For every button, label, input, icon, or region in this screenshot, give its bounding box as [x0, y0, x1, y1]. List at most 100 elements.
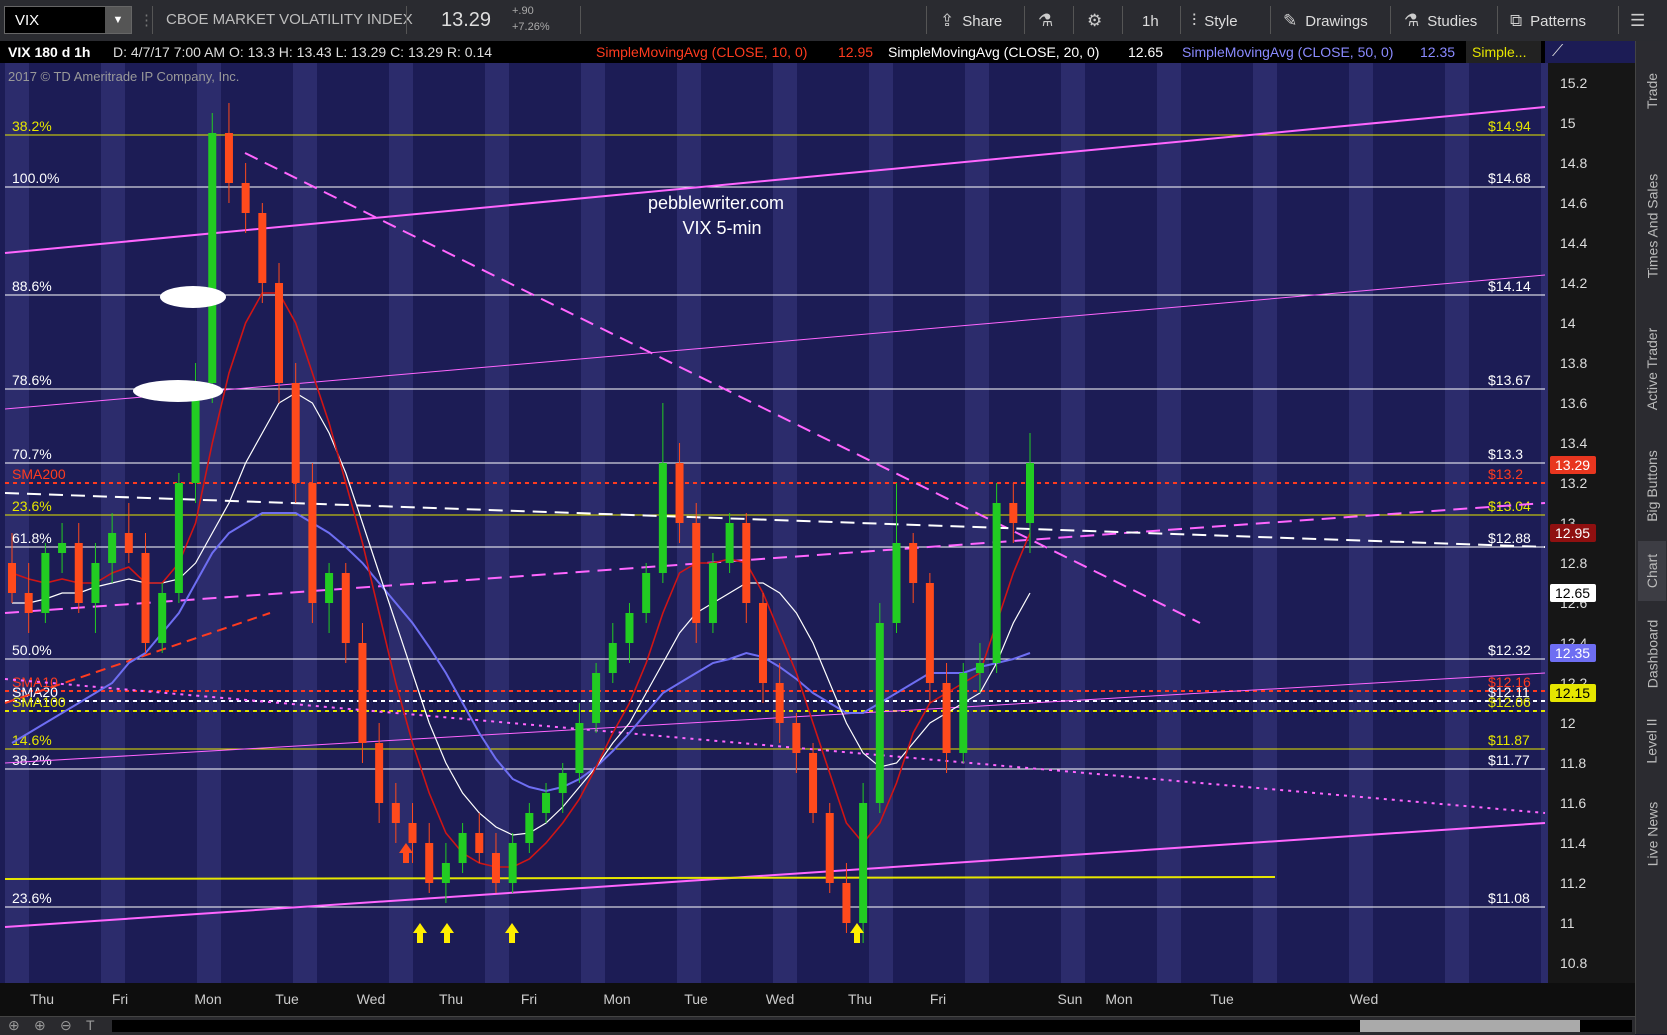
y-tick-label: 13.8: [1560, 355, 1587, 371]
candle-body: [959, 673, 968, 753]
sma20-label: SimpleMovingAvg (CLOSE, 20, 0): [888, 44, 1099, 60]
tab-live-news[interactable]: Live News: [1638, 786, 1666, 881]
zoom-out-icon[interactable]: ⊖: [60, 1017, 72, 1034]
candle-body: [458, 833, 467, 863]
candle-body: [575, 723, 584, 773]
candle-body: [592, 673, 601, 723]
zoom-in-icon[interactable]: ⊕: [34, 1017, 46, 1034]
style-label: Style: [1204, 12, 1238, 30]
level-label: 38.2%: [12, 752, 52, 768]
level-price: $14.14: [1488, 278, 1531, 294]
chevron-down-icon[interactable]: ▼: [105, 7, 131, 33]
candle-body: [708, 563, 717, 623]
candle-body: [742, 523, 751, 603]
list-icon: ☰: [1630, 11, 1646, 30]
tab-times-and-sales-label: Times And Sales: [1644, 173, 1660, 279]
level-label: 50.0%: [12, 642, 52, 658]
level-label: 38.2%: [12, 118, 52, 134]
candle-body: [975, 663, 984, 673]
candle-body: [508, 843, 517, 883]
divider: [406, 6, 407, 34]
drawing-tool-icon[interactable]: ⟋: [1552, 43, 1564, 60]
y-tick-label: 14.6: [1560, 195, 1587, 211]
scrollbar-thumb[interactable]: [1360, 1020, 1580, 1032]
candle-body: [108, 533, 117, 563]
time-scrollbar[interactable]: [112, 1020, 1632, 1032]
session-band: [1349, 63, 1373, 983]
price-tag-text: 12.35: [1555, 645, 1590, 661]
level-label: 100.0%: [12, 170, 59, 186]
highlight-ellipse: [133, 380, 223, 402]
chart-area[interactable]: 38.2% $14.94 100.0% $14.68 88.6% $14.14 78.6% $…: [0, 41, 1635, 1016]
y-tick-label: 15.2: [1560, 75, 1587, 91]
settings-button[interactable]: ⚙: [1087, 8, 1102, 34]
candle-body: [291, 383, 300, 483]
bottom-bar: ⊕ ⊕ ⊖ T: [0, 1016, 1635, 1035]
patterns-button[interactable]: ⧉ Patterns: [1510, 8, 1586, 34]
tab-trade[interactable]: Trade: [1638, 51, 1666, 131]
menu-button[interactable]: ☰: [1630, 8, 1645, 34]
price-tag-text: 12.15: [1555, 685, 1590, 701]
x-tick-label: Thu: [439, 991, 463, 1007]
tab-dashboard[interactable]: Dashboard: [1638, 609, 1666, 699]
timeframe-button[interactable]: 1h: [1142, 8, 1159, 34]
tab-active-trader[interactable]: Active Trader: [1638, 309, 1666, 429]
level-price: $12.32: [1488, 642, 1531, 658]
more-studies[interactable]: Simple...: [1472, 44, 1526, 60]
candle-body: [224, 133, 233, 183]
level-label: 70.7%: [12, 446, 52, 462]
y-tick-label: 11.8: [1560, 755, 1586, 771]
divider: [152, 6, 153, 34]
share-icon: ⇪: [940, 11, 955, 30]
level-price: $12.88: [1488, 530, 1531, 546]
session-band: [389, 63, 413, 983]
tab-big-buttons[interactable]: Big Buttons: [1638, 436, 1666, 536]
x-tick-label: Thu: [30, 991, 54, 1007]
candle-body: [942, 683, 951, 753]
highlight-ellipse: [160, 286, 226, 308]
tab-level-ii[interactable]: Level II: [1638, 706, 1666, 776]
price-chart[interactable]: 38.2% $14.94 100.0% $14.68 88.6% $14.14 78.6% $…: [0, 41, 1635, 1016]
gear-icon: ⚙: [1087, 11, 1103, 30]
candle-body: [491, 853, 500, 883]
symbol-selector[interactable]: VIX ▼: [4, 6, 132, 34]
candle-body: [809, 753, 818, 813]
timeframe-label: 1h: [1142, 12, 1159, 30]
flask-button[interactable]: ⚗: [1038, 8, 1053, 34]
level-price: $14.94: [1488, 118, 1531, 134]
candle-body: [625, 613, 634, 643]
candle-body: [308, 483, 317, 603]
sma50-value: 12.35: [1420, 44, 1455, 60]
candle-body: [842, 883, 851, 923]
tab-active-trader-label: Active Trader: [1644, 327, 1661, 411]
crosshair-icon[interactable]: ⊕: [8, 1017, 20, 1034]
x-tick-label: Fri: [930, 991, 946, 1007]
text-tool-icon[interactable]: T: [86, 1017, 95, 1033]
y-tick-label: 11.2: [1560, 875, 1586, 891]
candle-body: [542, 793, 551, 813]
drawings-button[interactable]: ✎ Drawings: [1283, 8, 1368, 34]
style-button[interactable]: ⫶ Style: [1192, 8, 1238, 34]
tab-chart[interactable]: Chart: [1638, 541, 1666, 601]
candles-icon: ⫶: [1192, 11, 1197, 30]
candle-body: [391, 803, 400, 823]
candle-body: [675, 463, 684, 523]
share-button[interactable]: ⇪ Share: [940, 8, 1002, 34]
right-panel: Trade Times And Sales Active Trader Big …: [1635, 41, 1667, 1034]
y-tick-label: 11.6: [1560, 795, 1586, 811]
candle-body: [992, 503, 1001, 663]
tab-times-and-sales[interactable]: Times And Sales: [1638, 151, 1666, 301]
studies-button[interactable]: ⚗ Studies: [1404, 8, 1477, 34]
y-tick-label: 14.4: [1560, 235, 1587, 251]
last-price: 13.29: [441, 9, 492, 31]
share-label: Share: [962, 12, 1003, 30]
candle-body: [558, 773, 567, 793]
candle-body: [925, 583, 934, 683]
level-price: $14.68: [1488, 170, 1531, 186]
y-tick-label: 14.2: [1560, 275, 1587, 291]
y-tick-label: 14.8: [1560, 155, 1587, 171]
candle-body: [174, 483, 183, 593]
x-tick-label: Fri: [112, 991, 128, 1007]
y-tick-label: 11.4: [1560, 835, 1586, 851]
chart-info: VIX 180 d 1h: [8, 44, 90, 60]
